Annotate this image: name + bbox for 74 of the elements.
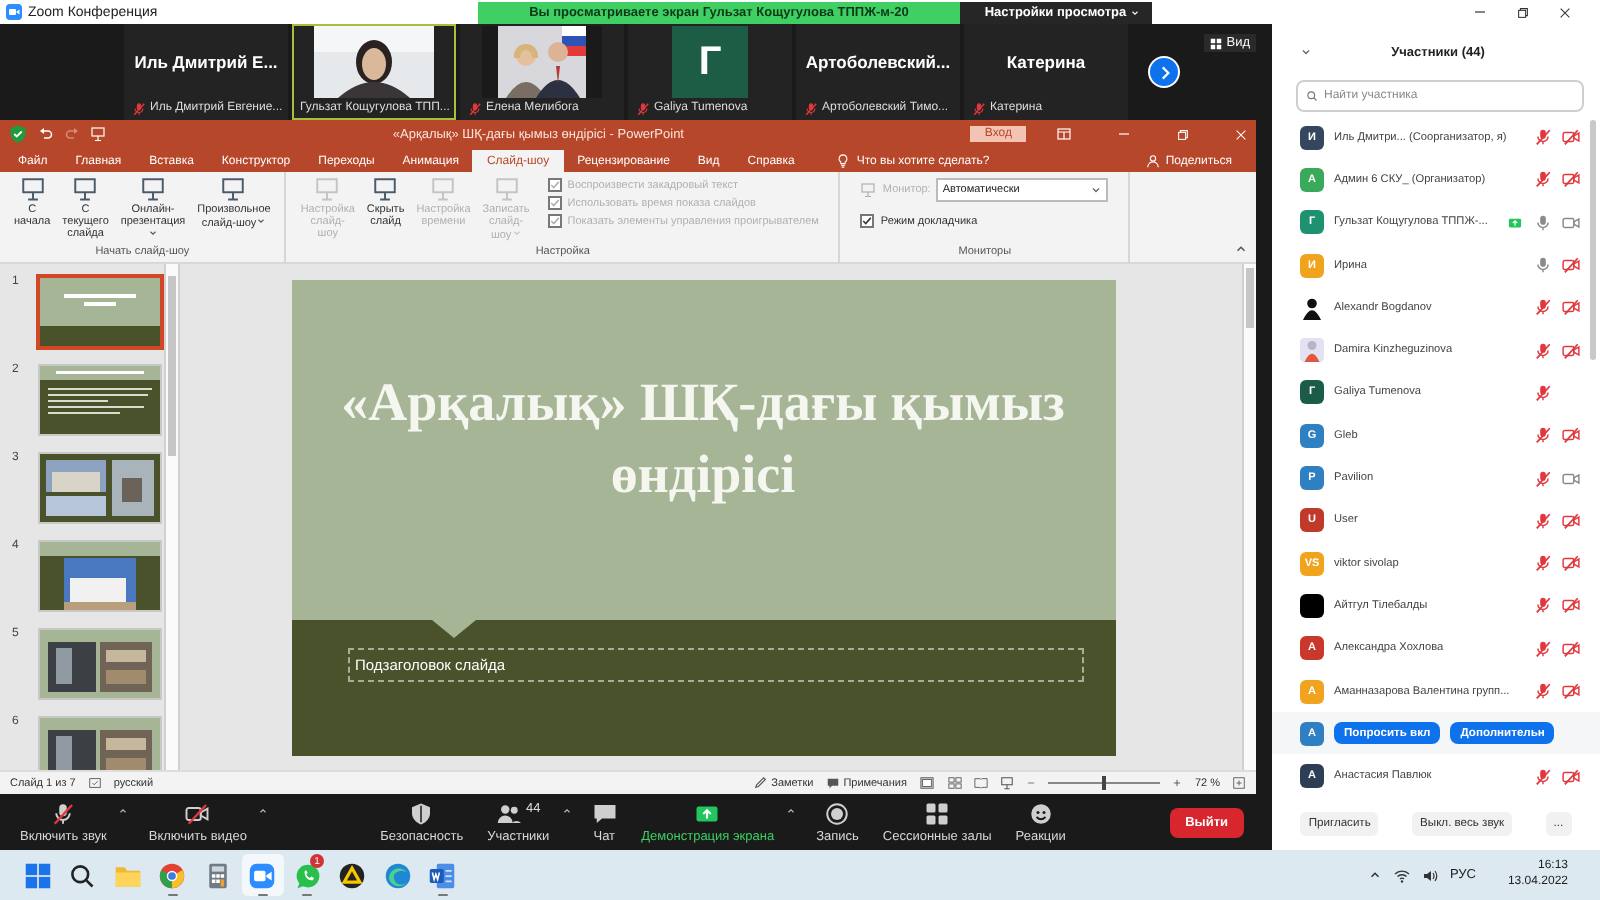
participant-name: Иль Дмитрий Е... (132, 50, 280, 76)
normal-view-icon[interactable] (918, 776, 937, 790)
notch-shape (431, 619, 475, 637)
screen-icon (140, 176, 166, 202)
chat-bubble-icon (591, 801, 618, 825)
shield-icon (8, 124, 28, 144)
screen-icon (493, 176, 520, 202)
comment-icon (825, 776, 840, 790)
chat-app-icon (293, 861, 321, 889)
participant-name: Катерина (1004, 50, 1088, 76)
caret-icon (1090, 184, 1103, 196)
person-icon (1145, 154, 1160, 168)
slide-thumbnail[interactable] (38, 628, 162, 700)
triangle-app-icon (338, 861, 366, 889)
screen-icon (220, 176, 247, 202)
caret-up-icon[interactable] (561, 806, 572, 816)
video-app-icon (248, 861, 276, 889)
document-app-icon (428, 861, 456, 889)
checkmark-icon (862, 216, 873, 226)
slide-thumbnail[interactable] (38, 364, 162, 436)
restore-icon[interactable] (1516, 5, 1530, 19)
search-icon (68, 861, 96, 889)
speaker-icon[interactable] (1421, 867, 1438, 883)
grid-icon (1210, 37, 1223, 49)
swirl-browser-icon (383, 861, 411, 889)
caret-up-icon[interactable] (118, 806, 129, 816)
slide-thumbnail[interactable] (38, 716, 162, 770)
windows-logo-icon (23, 861, 51, 889)
browser-icon (158, 861, 186, 889)
screen-icon (314, 176, 341, 202)
presentation-icon[interactable] (90, 126, 106, 142)
muted-mic-icon (50, 801, 77, 825)
shield-icon (408, 801, 435, 825)
caret-up-icon[interactable] (258, 806, 269, 816)
collapse-icon[interactable] (1300, 46, 1312, 58)
spellcheck-icon (87, 776, 102, 790)
screen-icon (372, 176, 399, 202)
wifi-icon[interactable] (1393, 867, 1410, 883)
record-icon (824, 801, 851, 825)
slide-title: «Арқалық» ШҚ-дағы қымыз өндірісі (339, 370, 1067, 508)
undo-icon[interactable] (38, 126, 54, 142)
participant-name: Артоболевский... (803, 50, 953, 76)
slide-thumbnail[interactable] (38, 540, 162, 612)
next-page-button[interactable] (1148, 56, 1180, 88)
avatar: Г (672, 26, 748, 98)
chevron-up-icon[interactable] (1367, 868, 1382, 882)
people-icon (496, 801, 522, 825)
close-icon[interactable] (1558, 5, 1572, 19)
grid-icon (924, 801, 951, 825)
slide-thumbnail[interactable] (38, 452, 162, 524)
screen-icon (19, 176, 46, 202)
slideshow-icon[interactable] (1000, 776, 1015, 790)
monitor-icon (860, 182, 877, 198)
caret-up-icon[interactable] (786, 806, 797, 816)
collapse-ribbon-icon[interactable] (1234, 242, 1248, 256)
screen-icon (72, 176, 99, 202)
scrollbar[interactable] (164, 264, 180, 770)
notes-icon (753, 776, 768, 790)
reading-view-icon[interactable] (974, 776, 989, 790)
smiley-icon (1027, 801, 1054, 825)
screen-icon (430, 176, 457, 202)
sorter-view-icon[interactable] (948, 776, 963, 790)
slide-thumbnail[interactable] (38, 276, 162, 348)
lightbulb-icon (836, 154, 851, 168)
fit-to-window-icon[interactable] (1232, 776, 1246, 790)
ribbon-display-icon[interactable] (1056, 126, 1072, 142)
folder-icon (113, 861, 141, 889)
scrollbar[interactable] (1590, 120, 1596, 360)
scrollbar[interactable] (1242, 264, 1256, 770)
caret-icon (1130, 7, 1141, 17)
calculator-icon (203, 861, 231, 889)
video-off-icon (184, 801, 211, 825)
zoom-in-icon[interactable] (1172, 778, 1183, 788)
share-screen-icon (694, 801, 721, 825)
